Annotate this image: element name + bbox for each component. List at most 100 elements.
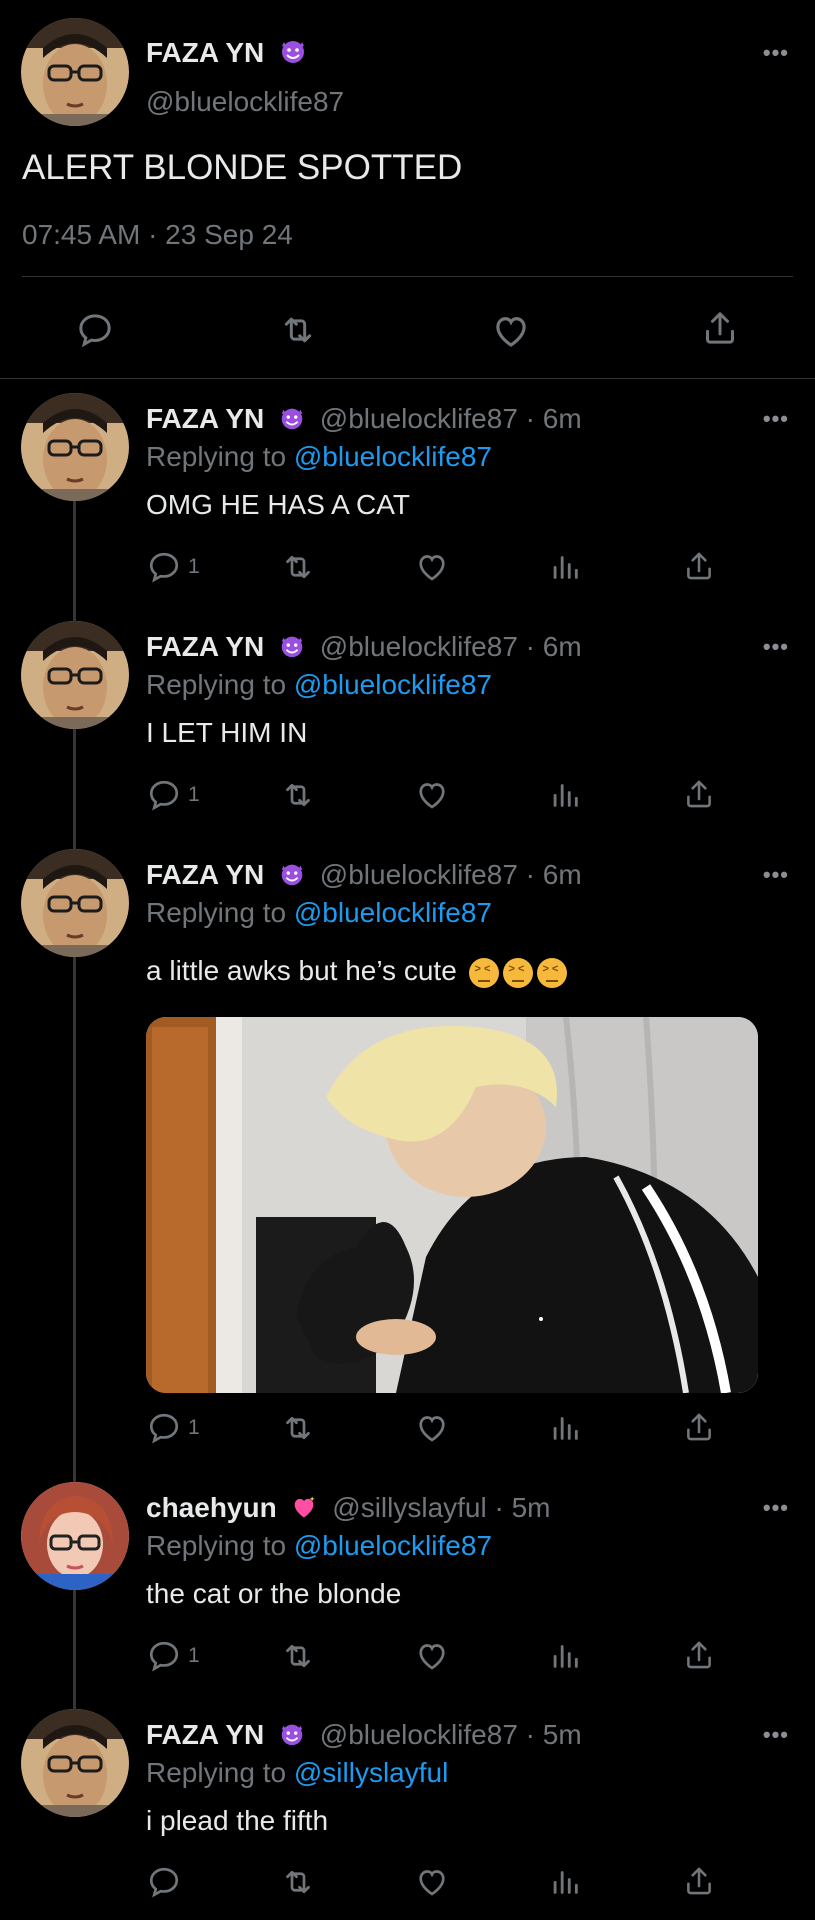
author-handle[interactable]: @bluelocklife87 <box>146 86 344 118</box>
author-name-text: FAZA YN <box>146 37 265 68</box>
author-handle[interactable]: @sillyslayful <box>332 1492 486 1523</box>
author-name[interactable]: FAZA YN <box>146 36 308 73</box>
retweet-button[interactable] <box>280 549 316 585</box>
divider <box>0 378 815 379</box>
more-dots-icon[interactable]: ••• <box>763 1722 789 1748</box>
more-dots-icon[interactable]: ••• <box>763 862 789 888</box>
replying-to-prefix: Replying to <box>146 669 287 700</box>
reply-button[interactable]: 1 <box>146 777 200 813</box>
share-button[interactable] <box>682 1638 716 1672</box>
reply-time[interactable]: 6m <box>543 859 582 890</box>
retweet-button[interactable] <box>278 310 318 350</box>
reply-button[interactable]: 1 <box>146 549 200 585</box>
retweet-button[interactable] <box>280 1410 316 1446</box>
author-handle[interactable]: @bluelocklife87 <box>320 403 518 434</box>
reply-time[interactable]: 5m <box>543 1719 582 1750</box>
more-dots-icon[interactable]: ••• <box>763 406 789 432</box>
retweet-icon <box>280 1864 316 1900</box>
share-button[interactable] <box>682 549 716 583</box>
separator-dot: · <box>517 859 543 890</box>
confounded-face-emoji-icon <box>502 957 533 988</box>
replying-to-link[interactable]: @bluelocklife87 <box>294 1530 492 1561</box>
replying-to-link[interactable]: @sillyslayful <box>294 1757 448 1788</box>
replying-to: Replying to @sillyslayful <box>146 1757 448 1789</box>
author-name[interactable]: FAZA YN <box>146 631 264 662</box>
more-dots-icon[interactable]: ••• <box>763 40 789 66</box>
avatar[interactable] <box>21 1482 129 1590</box>
views-button[interactable] <box>548 777 582 811</box>
like-button[interactable] <box>414 1638 450 1674</box>
tweet-photo[interactable] <box>146 1017 758 1393</box>
share-button[interactable] <box>700 308 740 348</box>
reply-button[interactable]: 1 <box>146 1638 200 1674</box>
share-icon <box>682 777 716 811</box>
author-handle[interactable]: @bluelocklife87 <box>320 859 518 890</box>
replying-to-link[interactable]: @bluelocklife87 <box>294 441 492 472</box>
author-name[interactable]: FAZA YN <box>146 1719 264 1750</box>
views-button[interactable] <box>548 1864 582 1898</box>
reply-time[interactable]: 6m <box>543 403 582 434</box>
retweet-button[interactable] <box>280 1638 316 1674</box>
smiling-devil-emoji-icon <box>278 404 306 439</box>
reply-header: FAZA YN @bluelocklife87 · 5m <box>146 1719 582 1755</box>
views-button[interactable] <box>548 1410 582 1444</box>
heart-icon <box>414 1864 450 1900</box>
author-name[interactable]: FAZA YN <box>146 403 264 434</box>
views-bar-chart-icon <box>548 1410 582 1444</box>
share-icon <box>682 1410 716 1444</box>
avatar[interactable] <box>21 621 129 729</box>
share-button[interactable] <box>682 1410 716 1444</box>
smiling-devil-emoji-icon <box>278 36 308 73</box>
more-dots-icon[interactable]: ••• <box>763 1495 789 1521</box>
like-button[interactable] <box>414 549 450 585</box>
heart-icon <box>414 777 450 813</box>
retweet-button[interactable] <box>280 777 316 813</box>
sparkling-heart-emoji-icon <box>290 1493 318 1528</box>
more-dots-icon[interactable]: ••• <box>763 634 789 660</box>
views-button[interactable] <box>548 1638 582 1672</box>
retweet-button[interactable] <box>280 1864 316 1900</box>
reply-time[interactable]: 6m <box>543 631 582 662</box>
views-bar-chart-icon <box>548 1638 582 1672</box>
confounded-face-emoji-icon <box>468 957 499 988</box>
share-icon <box>682 549 716 583</box>
reply-text: i plead the fifth <box>146 1805 329 1836</box>
replying-to-link[interactable]: @bluelocklife87 <box>294 669 492 700</box>
reply-button[interactable]: 1 <box>146 1410 200 1446</box>
reply-bubble-icon <box>146 777 182 813</box>
replying-to-link[interactable]: @bluelocklife87 <box>294 897 492 928</box>
avatar[interactable] <box>21 1709 129 1817</box>
avatar[interactable] <box>21 18 129 126</box>
author-handle[interactable]: @bluelocklife87 <box>320 1719 518 1750</box>
reply-text-row: a little awks but he’s cute <box>146 955 567 988</box>
avatar[interactable] <box>21 849 129 957</box>
views-bar-chart-icon <box>548 1864 582 1898</box>
views-button[interactable] <box>548 549 582 583</box>
avatar[interactable] <box>21 393 129 501</box>
tweet-text: ALERT BLONDE SPOTTED <box>22 148 463 187</box>
heart-icon <box>490 310 532 352</box>
like-button[interactable] <box>414 1410 450 1446</box>
like-button[interactable] <box>414 1864 450 1900</box>
reply-count: 1 <box>188 1416 200 1439</box>
reply-count: 1 <box>188 783 200 806</box>
tweet-timestamp[interactable]: 07:45 AM · 23 Sep 24 <box>22 219 293 251</box>
author-name[interactable]: chaehyun <box>146 1492 277 1523</box>
confounded-face-emoji-icon <box>536 957 567 988</box>
separator-dot: · <box>486 1492 512 1523</box>
like-button[interactable] <box>490 310 532 352</box>
reply-button[interactable] <box>146 1864 188 1900</box>
share-icon <box>682 1638 716 1672</box>
author-handle[interactable]: @bluelocklife87 <box>320 631 518 662</box>
share-button[interactable] <box>682 1864 716 1898</box>
share-icon <box>682 1864 716 1898</box>
share-button[interactable] <box>682 777 716 811</box>
views-bar-chart-icon <box>548 549 582 583</box>
replying-to: Replying to @bluelocklife87 <box>146 897 492 929</box>
reply-time[interactable]: 5m <box>512 1492 551 1523</box>
reply-text: a little awks but he’s cute <box>146 955 457 986</box>
author-name[interactable]: FAZA YN <box>146 859 264 890</box>
reply-button[interactable] <box>75 310 115 350</box>
replying-to: Replying to @bluelocklife87 <box>146 441 492 473</box>
like-button[interactable] <box>414 777 450 813</box>
